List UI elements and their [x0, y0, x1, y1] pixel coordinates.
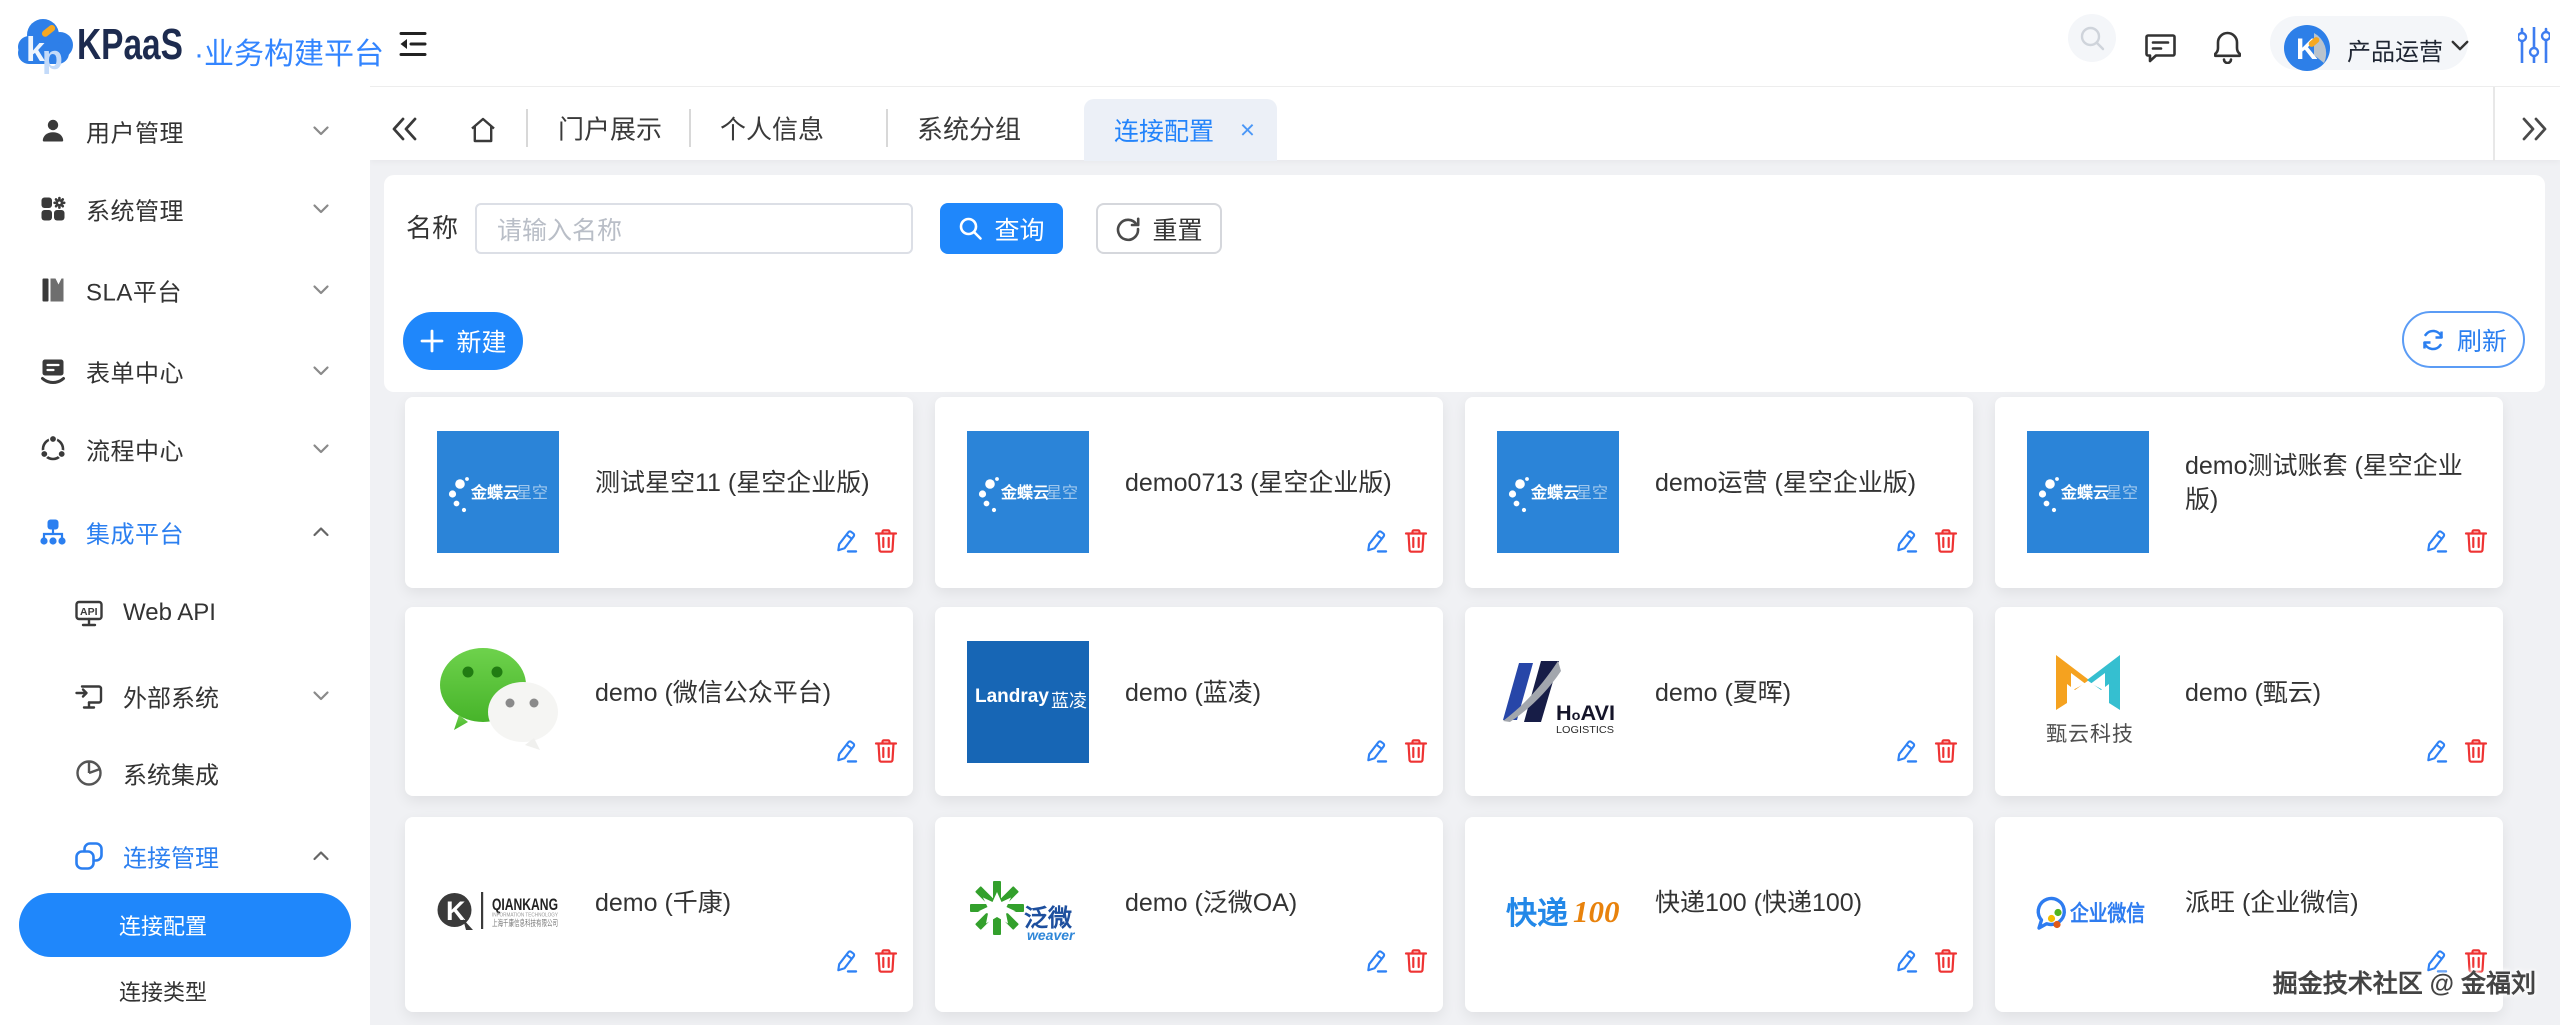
- svg-text:星空: 星空: [1576, 484, 1608, 502]
- svg-text:快递: 快递: [1506, 896, 1568, 931]
- svg-text:星空: 星空: [1046, 484, 1078, 502]
- svg-text:金蝶云: 金蝶云: [470, 483, 519, 502]
- svg-text:LOGISTICS: LOGISTICS: [1556, 725, 1614, 736]
- svg-text:企业微信: 企业微信: [2069, 901, 2145, 926]
- svg-text:QIANKANG: QIANKANG: [492, 895, 558, 914]
- svg-text:星空: 星空: [2106, 484, 2138, 502]
- svg-text:HoAVI: HoAVI: [1556, 702, 1615, 725]
- svg-text:K: K: [446, 896, 466, 926]
- svg-text:上海千康信息科技有限公司: 上海千康信息科技有限公司: [492, 917, 558, 928]
- svg-text:金蝶云: 金蝶云: [1530, 483, 1579, 502]
- svg-text:金蝶云: 金蝶云: [1000, 483, 1049, 502]
- svg-text:100: 100: [1573, 894, 1619, 929]
- svg-text:p: p: [42, 39, 63, 74]
- svg-text:金蝶云: 金蝶云: [2060, 483, 2109, 502]
- svg-text:甄云科技: 甄云科技: [2046, 723, 2134, 746]
- svg-text:星空: 星空: [516, 484, 548, 502]
- svg-text:weaver: weaver: [1027, 927, 1076, 943]
- svg-text:API: API: [80, 606, 98, 618]
